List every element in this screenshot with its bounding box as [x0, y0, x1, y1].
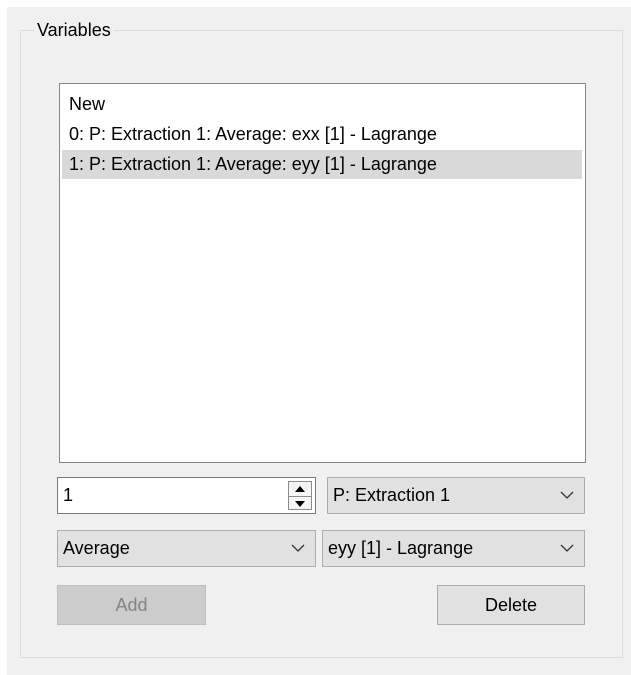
delete-button[interactable]: Delete	[437, 585, 585, 625]
list-item-new[interactable]: New	[62, 90, 582, 119]
extraction-combo[interactable]: P: Extraction 1	[327, 477, 585, 514]
spin-buttons	[288, 481, 312, 510]
extraction-combo-value: P: Extraction 1	[333, 485, 451, 505]
statistic-combo[interactable]: Average	[57, 530, 316, 567]
index-spinbox-value[interactable]: 1	[63, 478, 73, 513]
spin-up-button[interactable]	[289, 482, 311, 495]
index-spinbox[interactable]: 1	[57, 477, 316, 514]
add-button[interactable]: Add	[57, 585, 206, 625]
chevron-down-icon	[560, 491, 574, 499]
chevron-down-icon	[560, 544, 574, 552]
spin-down-button[interactable]	[289, 496, 311, 510]
list-item-variable-1[interactable]: 1: P: Extraction 1: Average: eyy [1] - L…	[62, 150, 582, 179]
quantity-combo[interactable]: eyy [1] - Lagrange	[322, 530, 585, 567]
triangle-down-icon	[295, 500, 305, 507]
quantity-combo-value: eyy [1] - Lagrange	[328, 538, 474, 558]
triangle-up-icon	[295, 485, 305, 492]
variables-listbox[interactable]: New 0: P: Extraction 1: Average: exx [1]…	[59, 83, 586, 463]
groupbox-title: Variables	[34, 19, 114, 41]
list-item-variable-0[interactable]: 0: P: Extraction 1: Average: exx [1] - L…	[62, 120, 582, 149]
chevron-down-icon	[291, 544, 305, 552]
statistic-combo-value: Average	[63, 538, 130, 558]
